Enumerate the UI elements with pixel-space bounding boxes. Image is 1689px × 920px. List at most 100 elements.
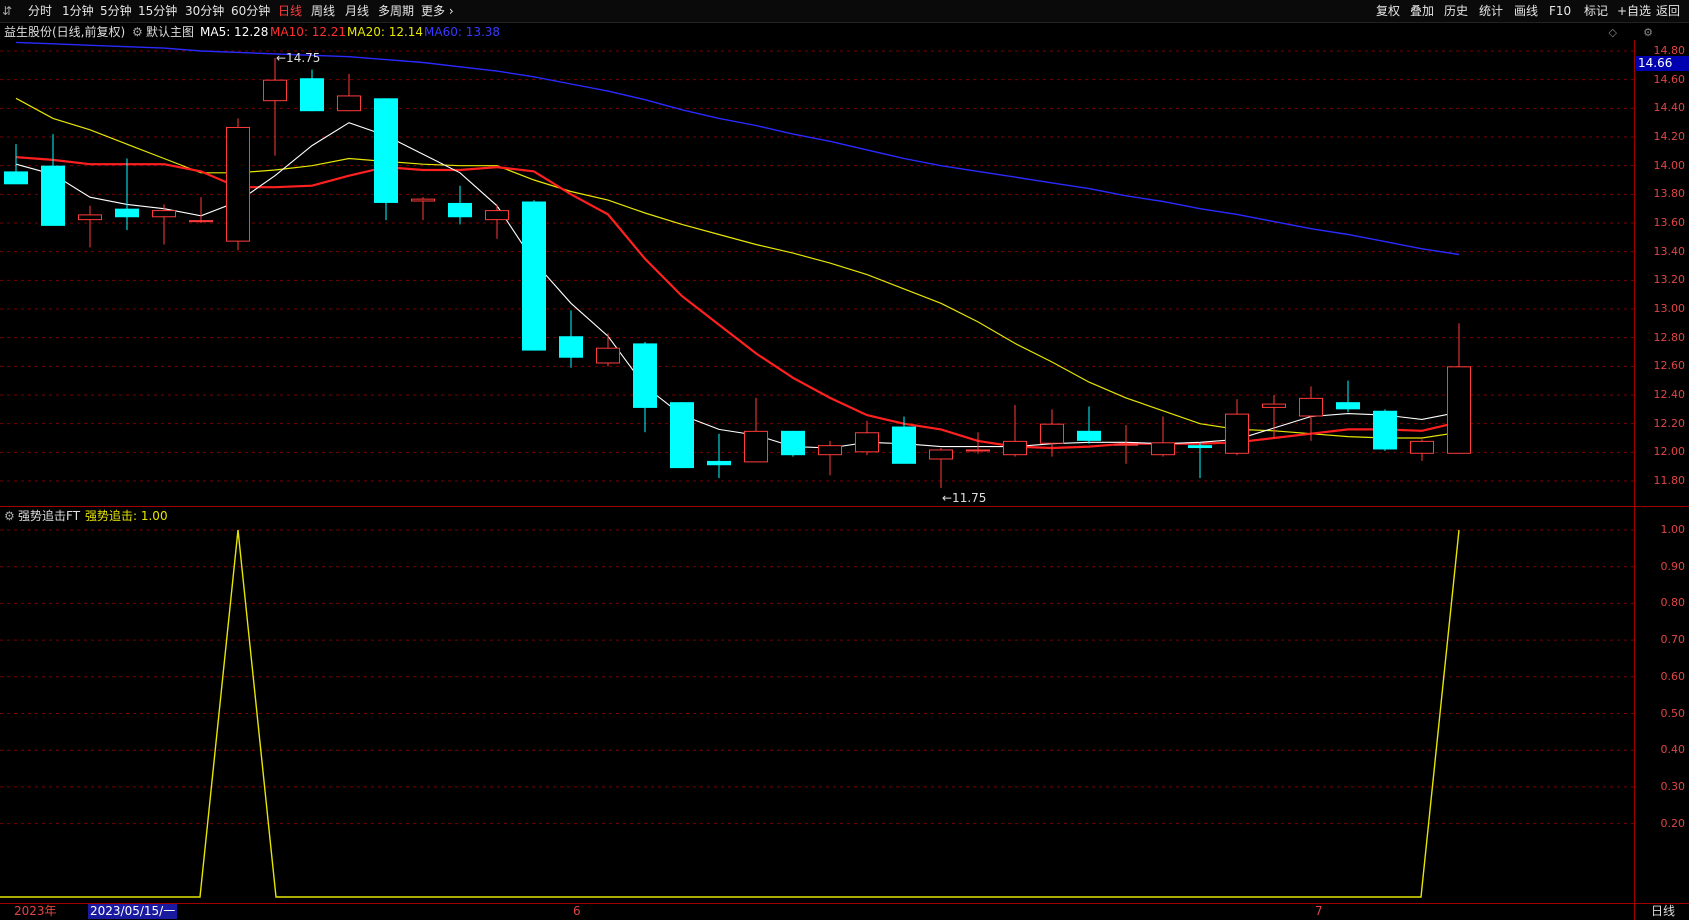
adjust-button[interactable]: 复权: [1376, 3, 1400, 19]
candle: [411, 197, 435, 221]
candle: [1040, 409, 1064, 457]
period-60min[interactable]: 60分钟: [231, 3, 270, 19]
candle: [781, 430, 805, 457]
price-tick-label: 12.40: [1653, 388, 1686, 401]
period-multi[interactable]: 多周期: [378, 3, 414, 19]
settings-gear-icon[interactable]: ⚙: [1643, 26, 1653, 39]
period-more[interactable]: 更多 ›: [421, 3, 454, 19]
history-button[interactable]: 历史: [1444, 3, 1468, 19]
candle-body: [1336, 402, 1360, 410]
candle-body: [892, 426, 916, 464]
candle-body: [818, 445, 842, 456]
candle: [448, 185, 472, 225]
price-tick-label: 14.20: [1653, 130, 1686, 143]
indicator-tick-label: 0.30: [1660, 779, 1686, 793]
candle-body: [1040, 423, 1064, 444]
candle: [152, 204, 176, 245]
candle-body: [929, 449, 953, 460]
f10-button[interactable]: F10: [1549, 3, 1571, 19]
candle-body: [485, 210, 509, 221]
candle-body: [263, 79, 287, 102]
indicator-tick-label: 1.00: [1660, 523, 1686, 536]
period-daily[interactable]: 日线: [278, 3, 302, 19]
candle: [1410, 439, 1434, 461]
draw-button[interactable]: 画线: [1514, 3, 1538, 19]
layout-toggle-icon[interactable]: ⇵: [2, 3, 12, 19]
candle-body: [226, 126, 250, 242]
back-button[interactable]: 返回: [1656, 3, 1680, 19]
period-weekly[interactable]: 周线: [311, 3, 335, 19]
candle: [1003, 405, 1027, 457]
chart-canvas[interactable]: ←14.75 ←11.75: [0, 0, 1689, 920]
candle: [78, 205, 102, 248]
candle: [1225, 399, 1249, 456]
candle: [522, 200, 546, 351]
candle: [1447, 323, 1471, 454]
candle-body: [1410, 440, 1434, 454]
indicator-grid: [0, 529, 1634, 825]
indicator-tick-label: 0.20: [1660, 816, 1686, 830]
indicator-tick-label: 0.40: [1660, 743, 1686, 757]
price-tick-label: 12.60: [1653, 359, 1686, 373]
price-tick-label: 14.60: [1653, 72, 1686, 86]
candle: [707, 433, 731, 479]
template-name[interactable]: 默认主图: [146, 24, 194, 40]
period-fenshi[interactable]: 分时: [28, 3, 52, 19]
price-tick-label: 14.00: [1653, 158, 1686, 172]
stats-button[interactable]: 统计: [1479, 3, 1503, 19]
ma10-legend: MA10: 12.21: [270, 25, 347, 39]
candle-body: [744, 430, 768, 463]
candle-body: [1447, 366, 1471, 454]
period-30min[interactable]: 30分钟: [185, 3, 224, 19]
period-15min[interactable]: 15分钟: [138, 3, 177, 19]
price-tick-label: 13.80: [1653, 187, 1686, 201]
candle: [1151, 416, 1175, 457]
candle: [1373, 409, 1397, 451]
period-toolbar: ⇵ 分时 1分钟 5分钟 15分钟 30分钟 60分钟 日线 周线 月线 多周期…: [0, 0, 1689, 23]
candle: [1114, 425, 1138, 464]
indicator-settings-icon[interactable]: ⚙: [4, 508, 15, 524]
candle-body: [707, 460, 731, 466]
candle: [855, 420, 879, 456]
candle-body: [633, 343, 657, 408]
period-label: 日线: [1651, 904, 1676, 918]
low-price-label: ←11.75: [942, 491, 986, 505]
candle: [818, 440, 842, 476]
price-tick-label: 13.00: [1653, 302, 1686, 315]
high-price-label: ←14.75: [276, 51, 320, 65]
selected-date-label: 2023/05/15/一: [88, 904, 178, 919]
candle: [189, 197, 213, 223]
price-tick-label: 14.40: [1653, 101, 1686, 115]
candle-body: [966, 449, 990, 452]
period-5min[interactable]: 5分钟: [100, 3, 132, 19]
indicator-value: 强势追击: 1.00: [85, 509, 168, 523]
period-1min[interactable]: 1分钟: [62, 3, 94, 19]
candle-body: [670, 402, 694, 469]
current-price-tag: 14.66: [1636, 56, 1689, 71]
price-tick-label: 12.80: [1653, 330, 1686, 344]
ma5-legend: MA5: 12.28: [200, 25, 269, 39]
candle-body: [1114, 443, 1138, 446]
indicator-name[interactable]: 强势追击FT: [18, 508, 80, 524]
candle-body: [448, 202, 472, 218]
overlay-button[interactable]: 叠加: [1410, 3, 1434, 19]
moving-average-lines: [15, 41, 1460, 450]
candle: [374, 98, 398, 221]
candle: [226, 118, 250, 251]
price-tick-label: 12.20: [1653, 416, 1686, 430]
template-settings-icon[interactable]: ⚙: [132, 24, 143, 40]
candle: [485, 204, 509, 239]
candle-body: [1299, 397, 1323, 417]
candle-body: [781, 430, 805, 456]
add-watchlist-button[interactable]: +自选: [1617, 3, 1651, 19]
candle-body: [559, 336, 583, 358]
candle-body: [596, 347, 620, 364]
period-monthly[interactable]: 月线: [345, 3, 369, 19]
mark-button[interactable]: 标记: [1584, 3, 1608, 19]
candle: [1336, 380, 1360, 413]
indicator-tick-label: 0.50: [1660, 706, 1686, 720]
candle-body: [1262, 403, 1286, 408]
diamond-icon[interactable]: ◇: [1609, 26, 1617, 39]
candle: [559, 310, 583, 368]
candle-body: [300, 78, 324, 112]
